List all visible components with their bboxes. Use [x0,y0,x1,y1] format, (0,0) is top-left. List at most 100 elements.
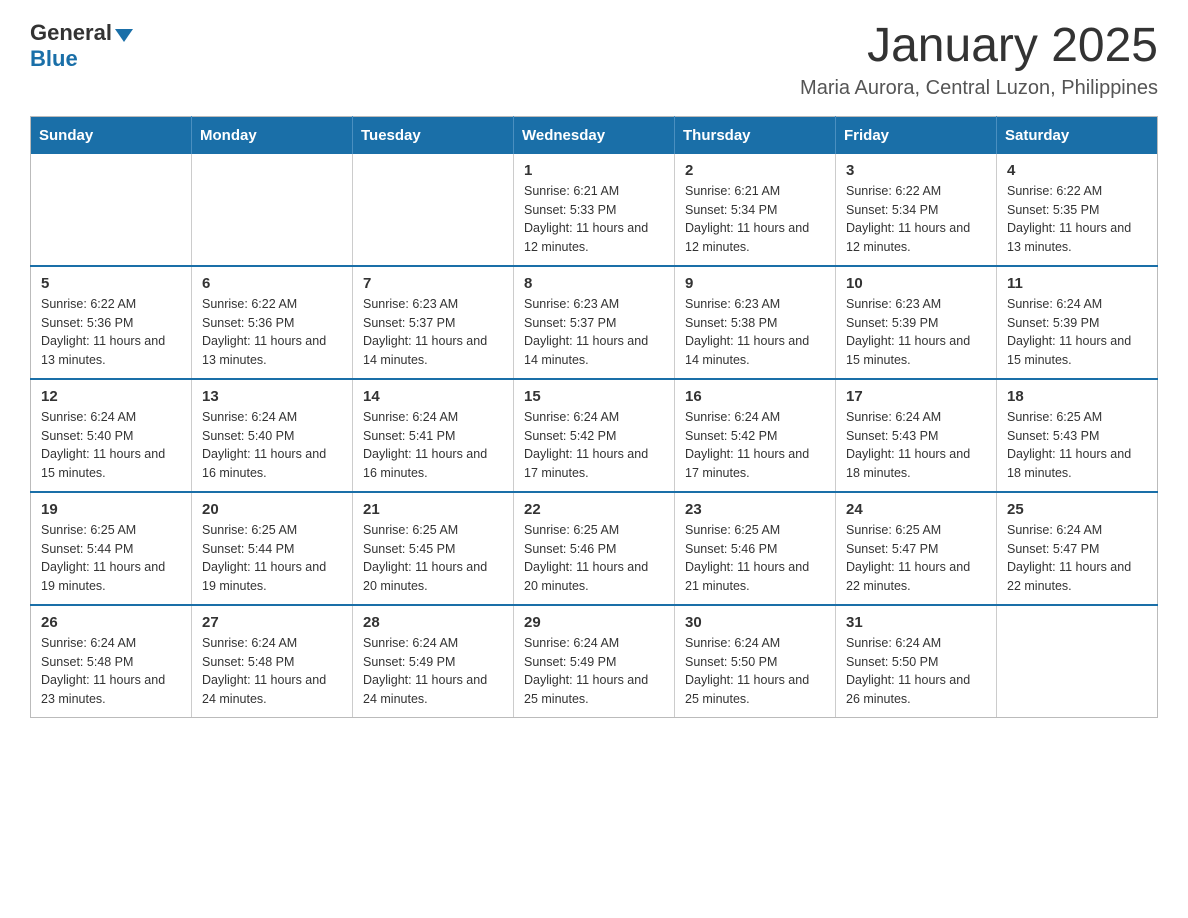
day-info: Sunrise: 6:24 AMSunset: 5:39 PMDaylight:… [1007,295,1147,370]
day-info: Sunrise: 6:24 AMSunset: 5:41 PMDaylight:… [363,408,503,483]
calendar-cell [31,154,192,266]
day-info: Sunrise: 6:22 AMSunset: 5:35 PMDaylight:… [1007,182,1147,257]
day-number: 27 [202,614,342,631]
day-info: Sunrise: 6:25 AMSunset: 5:43 PMDaylight:… [1007,408,1147,483]
calendar-cell: 7Sunrise: 6:23 AMSunset: 5:37 PMDaylight… [353,266,514,379]
day-info: Sunrise: 6:21 AMSunset: 5:33 PMDaylight:… [524,182,664,257]
calendar-cell: 15Sunrise: 6:24 AMSunset: 5:42 PMDayligh… [514,379,675,492]
day-info: Sunrise: 6:24 AMSunset: 5:48 PMDaylight:… [41,634,181,709]
day-number: 19 [41,501,181,518]
weekday-header-sunday: Sunday [31,116,192,154]
day-info: Sunrise: 6:25 AMSunset: 5:46 PMDaylight:… [524,521,664,596]
weekday-header-friday: Friday [836,116,997,154]
day-number: 29 [524,614,664,631]
logo-arrow-icon [115,29,133,42]
day-number: 13 [202,388,342,405]
weekday-header-saturday: Saturday [997,116,1158,154]
day-number: 6 [202,275,342,292]
day-number: 22 [524,501,664,518]
calendar-cell [997,605,1158,718]
day-info: Sunrise: 6:24 AMSunset: 5:40 PMDaylight:… [41,408,181,483]
day-info: Sunrise: 6:23 AMSunset: 5:39 PMDaylight:… [846,295,986,370]
calendar-week-3: 19 Sunrise: 6:25 AMSunset: 5:44 PMDayligh… [31,492,1158,605]
calendar-week-4: 26 Sunrise: 6:24 AMSunset: 5:48 PMDayligh… [31,605,1158,718]
weekday-header-wednesday: Wednesday [514,116,675,154]
day-info: Sunrise: 6:21 AMSunset: 5:34 PMDaylight:… [685,182,825,257]
day-info: Sunrise: 6:25 AMSunset: 5:44 PMDaylight:… [202,521,342,596]
day-number: 23 [685,501,825,518]
calendar-cell: 14 Sunrise: 6:24 AMSunset: 5:41 PMDayligh… [353,379,514,492]
logo: General Blue [30,20,133,72]
day-number: 24 [846,501,986,518]
day-info: Sunrise: 6:24 AMSunset: 5:43 PMDaylight:… [846,408,986,483]
day-number: 31 [846,614,986,631]
calendar-cell: 17Sunrise: 6:24 AMSunset: 5:43 PMDayligh… [836,379,997,492]
calendar-cell: 12 Sunrise: 6:24 AMSunset: 5:40 PMDayligh… [31,379,192,492]
calendar-cell: 27 Sunrise: 6:24 AMSunset: 5:48 PMDayligh… [192,605,353,718]
day-info: Sunrise: 6:22 AMSunset: 5:34 PMDaylight:… [846,182,986,257]
calendar-cell [192,154,353,266]
day-number: 10 [846,275,986,292]
calendar-cell: 2Sunrise: 6:21 AMSunset: 5:34 PMDaylight… [675,154,836,266]
logo-blue-text: Blue [30,46,78,71]
calendar-cell: 16 Sunrise: 6:24 AMSunset: 5:42 PMDayligh… [675,379,836,492]
day-number: 8 [524,275,664,292]
day-number: 30 [685,614,825,631]
day-number: 5 [41,275,181,292]
day-info: Sunrise: 6:24 AMSunset: 5:49 PMDaylight:… [363,634,503,709]
day-number: 25 [1007,501,1147,518]
calendar-table: SundayMondayTuesdayWednesdayThursdayFrid… [30,116,1158,718]
day-info: Sunrise: 6:24 AMSunset: 5:42 PMDaylight:… [685,408,825,483]
day-number: 11 [1007,275,1147,292]
day-number: 26 [41,614,181,631]
day-info: Sunrise: 6:22 AMSunset: 5:36 PMDaylight:… [41,295,181,370]
calendar-cell: 9 Sunrise: 6:23 AMSunset: 5:38 PMDaylight… [675,266,836,379]
day-number: 12 [41,388,181,405]
calendar-cell: 20Sunrise: 6:25 AMSunset: 5:44 PMDayligh… [192,492,353,605]
logo-general-text: General [30,20,112,46]
day-info: Sunrise: 6:24 AMSunset: 5:40 PMDaylight:… [202,408,342,483]
calendar-cell: 22 Sunrise: 6:25 AMSunset: 5:46 PMDayligh… [514,492,675,605]
day-number: 4 [1007,162,1147,179]
calendar-cell: 18 Sunrise: 6:25 AMSunset: 5:43 PMDayligh… [997,379,1158,492]
day-info: Sunrise: 6:24 AMSunset: 5:50 PMDaylight:… [846,634,986,709]
calendar-week-1: 5 Sunrise: 6:22 AMSunset: 5:36 PMDaylight… [31,266,1158,379]
day-info: Sunrise: 6:24 AMSunset: 5:49 PMDaylight:… [524,634,664,709]
calendar-cell: 19 Sunrise: 6:25 AMSunset: 5:44 PMDayligh… [31,492,192,605]
month-title: January 2025 [800,20,1158,73]
weekday-header-monday: Monday [192,116,353,154]
day-number: 21 [363,501,503,518]
calendar-cell: 31 Sunrise: 6:24 AMSunset: 5:50 PMDayligh… [836,605,997,718]
day-info: Sunrise: 6:24 AMSunset: 5:50 PMDaylight:… [685,634,825,709]
day-number: 15 [524,388,664,405]
day-info: Sunrise: 6:25 AMSunset: 5:47 PMDaylight:… [846,521,986,596]
day-info: Sunrise: 6:23 AMSunset: 5:37 PMDaylight:… [524,295,664,370]
day-number: 18 [1007,388,1147,405]
weekday-header-tuesday: Tuesday [353,116,514,154]
calendar-cell [353,154,514,266]
day-info: Sunrise: 6:24 AMSunset: 5:47 PMDaylight:… [1007,521,1147,596]
day-info: Sunrise: 6:23 AMSunset: 5:38 PMDaylight:… [685,295,825,370]
calendar-cell: 13 Sunrise: 6:24 AMSunset: 5:40 PMDayligh… [192,379,353,492]
day-number: 14 [363,388,503,405]
day-info: Sunrise: 6:25 AMSunset: 5:46 PMDaylight:… [685,521,825,596]
calendar-cell: 26 Sunrise: 6:24 AMSunset: 5:48 PMDayligh… [31,605,192,718]
calendar-cell: 30 Sunrise: 6:24 AMSunset: 5:50 PMDayligh… [675,605,836,718]
header: General Blue January 2025 Maria Aurora, … [30,20,1158,100]
day-info: Sunrise: 6:24 AMSunset: 5:48 PMDaylight:… [202,634,342,709]
calendar-cell: 1Sunrise: 6:21 AMSunset: 5:33 PMDaylight… [514,154,675,266]
day-number: 7 [363,275,503,292]
calendar-cell: 28 Sunrise: 6:24 AMSunset: 5:49 PMDayligh… [353,605,514,718]
location-title: Maria Aurora, Central Luzon, Philippines [800,77,1158,100]
title-area: January 2025 Maria Aurora, Central Luzon… [800,20,1158,100]
day-number: 16 [685,388,825,405]
calendar-cell: 6 Sunrise: 6:22 AMSunset: 5:36 PMDaylight… [192,266,353,379]
weekday-header-thursday: Thursday [675,116,836,154]
calendar-cell: 23 Sunrise: 6:25 AMSunset: 5:46 PMDayligh… [675,492,836,605]
day-info: Sunrise: 6:22 AMSunset: 5:36 PMDaylight:… [202,295,342,370]
day-info: Sunrise: 6:25 AMSunset: 5:44 PMDaylight:… [41,521,181,596]
calendar-week-0: 1Sunrise: 6:21 AMSunset: 5:33 PMDaylight… [31,154,1158,266]
day-info: Sunrise: 6:25 AMSunset: 5:45 PMDaylight:… [363,521,503,596]
day-number: 28 [363,614,503,631]
day-number: 9 [685,275,825,292]
